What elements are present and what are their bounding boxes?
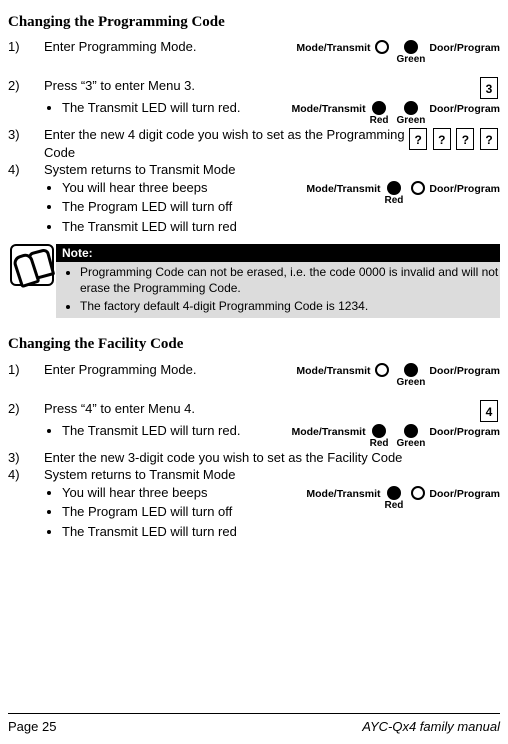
label-red: Red — [385, 196, 404, 206]
step2-bullet1: The Transmit LED will turn red. — [62, 99, 287, 117]
page: Changing the Programming Code 1) Enter P… — [0, 0, 508, 744]
footer-page: Page 25 — [8, 718, 56, 736]
led-door-program-icon: Green — [397, 424, 426, 449]
step2-row: 2) Press “3” to enter Menu 3. 3 — [8, 77, 500, 99]
label-door-program: Door/Program — [429, 101, 500, 117]
step2-text: Press “3” to enter Menu 3. — [44, 77, 476, 95]
heading-change-prog-code: Changing the Programming Code — [8, 12, 500, 32]
label-mode-transmit: Mode/Transmit — [291, 101, 365, 117]
label-door-program: Door/Program — [429, 363, 500, 379]
step3-num: 3) — [8, 126, 44, 144]
label-mode-transmit: Mode/Transmit — [291, 424, 365, 440]
label-mode-transmit: Mode/Transmit — [306, 486, 380, 502]
label-mode-transmit: Mode/Transmit — [306, 181, 380, 197]
step4-bullet2: The Program LED will turn off — [62, 198, 302, 216]
key-q2: ? — [433, 128, 451, 150]
step4-bullets-row: You will hear three beeps The Program LE… — [8, 179, 500, 218]
s2-step4-bullet1: You will hear three beeps — [62, 484, 302, 502]
key-q1: ? — [409, 128, 427, 150]
led-mode-transmit-icon: Red — [385, 181, 404, 206]
led-block-s2-step2: Mode/Transmit Red Green Door/Program — [291, 424, 500, 449]
note-box: Note: Programming Code can not be erased… — [8, 244, 500, 319]
label-green: Green — [397, 439, 426, 449]
step4-text: System returns to Transmit Mode — [44, 161, 500, 179]
key-3: 3 — [480, 77, 498, 99]
label-mode-transmit: Mode/Transmit — [296, 363, 370, 379]
led-mode-transmit-icon: Red — [370, 424, 389, 449]
s2-step2-row: 2) Press “4” to enter Menu 4. 4 — [8, 400, 500, 422]
step4-row: 4) System returns to Transmit Mode — [8, 161, 500, 179]
s2-step4-num: 4) — [8, 466, 44, 484]
s2-step1-text: Enter Programming Mode. — [44, 361, 292, 379]
label-green: Green — [397, 116, 426, 126]
footer-manual: AYC-Qx4 family manual — [362, 718, 500, 736]
label-door-program: Door/Program — [429, 40, 500, 56]
s2-step2-bullets-row: The Transmit LED will turn red. Mode/Tra… — [8, 422, 500, 449]
s2-step2-bullet1: The Transmit LED will turn red. — [62, 422, 287, 440]
s2-step1-num: 1) — [8, 361, 44, 379]
footer: Page 25 AYC-Qx4 family manual — [8, 713, 500, 736]
key-4: 4 — [480, 400, 498, 422]
step4-bullet1: You will hear three beeps — [62, 179, 302, 197]
label-mode-transmit: Mode/Transmit — [296, 40, 370, 56]
step3-text: Enter the new 4 digit code you wish to s… — [44, 126, 405, 161]
led-block-s2-step4: Mode/Transmit Red Door/Program — [306, 486, 500, 511]
led-door-program-icon: Green — [397, 363, 426, 388]
s2-step4-bullet2: The Program LED will turn off — [62, 503, 302, 521]
led-block-step2: Mode/Transmit Red Green Door/Program — [291, 101, 500, 126]
step4-num: 4) — [8, 161, 44, 179]
s2-step1-row: 1) Enter Programming Mode. Mode/Transmit… — [8, 361, 500, 388]
step1-text: Enter Programming Mode. — [44, 38, 292, 56]
step4-bullet3: The Transmit LED will turn red — [62, 218, 500, 236]
label-door-program: Door/Program — [429, 181, 500, 197]
led-door-program-icon: Green — [397, 40, 426, 65]
s2-step3-text: Enter the new 3-digit code you wish to s… — [44, 449, 500, 467]
led-block-step4: Mode/Transmit Red Door/Program — [306, 181, 500, 206]
s2-step2-num: 2) — [8, 400, 44, 418]
led-mode-transmit-icon — [375, 363, 389, 377]
label-door-program: Door/Program — [429, 424, 500, 440]
note-title: Note: — [56, 244, 500, 262]
heading-change-facility-code: Changing the Facility Code — [8, 334, 500, 354]
step1-row: 1) Enter Programming Mode. Mode/Transmit… — [8, 38, 500, 65]
step1-num: 1) — [8, 38, 44, 56]
note-hand-icon — [10, 244, 54, 286]
s2-step4-bullets-row: You will hear three beeps The Program LE… — [8, 484, 500, 523]
s2-step4-row: 4) System returns to Transmit Mode — [8, 466, 500, 484]
s2-step2-text: Press “4” to enter Menu 4. — [44, 400, 476, 418]
s2-step3-num: 3) — [8, 449, 44, 467]
label-door-program: Door/Program — [429, 486, 500, 502]
led-block-s2-step1: Mode/Transmit Green Door/Program — [296, 363, 500, 388]
label-green: Green — [397, 378, 426, 388]
led-mode-transmit-icon: Red — [370, 101, 389, 126]
s2-step3-row: 3) Enter the new 3-digit code you wish t… — [8, 449, 500, 467]
step3-row: 3) Enter the new 4 digit code you wish t… — [8, 126, 500, 161]
led-door-program-icon: Green — [397, 101, 426, 126]
s2-step4-bullet3: The Transmit LED will turn red — [62, 523, 500, 541]
led-mode-transmit-icon: Red — [385, 486, 404, 511]
label-red: Red — [385, 501, 404, 511]
note-item1: Programming Code can not be erased, i.e.… — [80, 264, 500, 296]
label-red: Red — [370, 116, 389, 126]
key-q3: ? — [456, 128, 474, 150]
note-item2: The factory default 4-digit Programming … — [80, 298, 500, 314]
key-q4: ? — [480, 128, 498, 150]
led-block-step1: Mode/Transmit Green Door/Program — [296, 40, 500, 65]
label-green: Green — [397, 55, 426, 65]
s2-step4-text: System returns to Transmit Mode — [44, 466, 500, 484]
step2-bullets-row: The Transmit LED will turn red. Mode/Tra… — [8, 99, 500, 126]
step2-num: 2) — [8, 77, 44, 95]
label-red: Red — [370, 439, 389, 449]
led-mode-transmit-icon — [375, 40, 389, 54]
led-door-program-icon — [411, 181, 425, 195]
led-door-program-icon — [411, 486, 425, 500]
